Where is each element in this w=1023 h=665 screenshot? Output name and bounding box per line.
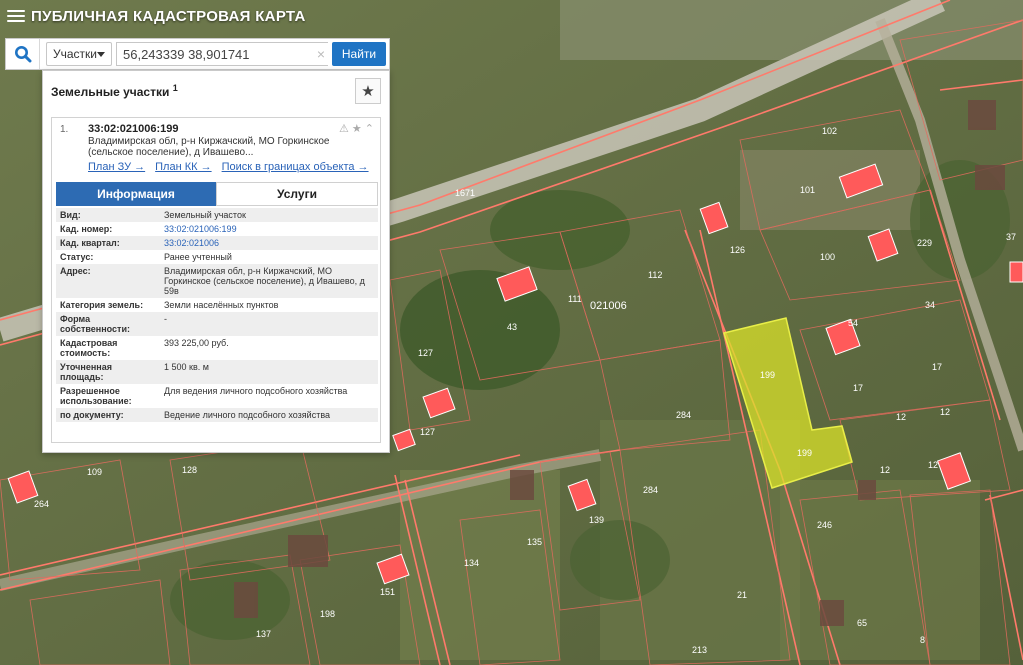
result-address: Владимирская обл, р-н Киржачский, МО Гор…: [88, 136, 330, 158]
info-key: Уточненная площадь:: [56, 360, 160, 384]
result-number: 1.: [60, 124, 69, 135]
info-row: Кад. квартал: 33:02:021006: [56, 236, 378, 250]
info-row: Уточненная площадь: 1 500 кв. м: [56, 360, 378, 384]
info-row: Адрес: Владимирская обл, р-н Киржачский, …: [56, 264, 378, 298]
info-row: Вид: Земельный участок: [56, 208, 378, 222]
panel-title-text: Земельные участки: [51, 85, 170, 99]
collapse-icon[interactable]: ⌃: [365, 122, 374, 135]
info-value: Ранее учтенный: [164, 252, 232, 262]
info-row: Кадастровая стоимость: 393 225,00 руб.: [56, 336, 378, 360]
tab-information[interactable]: Информация: [56, 182, 216, 206]
result-card: 1. 33:02:021006:199 Владимирская обл, р-…: [51, 117, 381, 443]
info-value: Ведение личного подсобного хозяйства: [160, 408, 378, 422]
info-value: Земли населённых пунктов: [164, 300, 279, 310]
chevron-down-icon: [97, 51, 105, 57]
info-value: Владимирская обл, р-н Киржачский, МО Гор…: [160, 264, 378, 298]
plan-kk-link[interactable]: План КК →: [155, 161, 211, 173]
info-key: Кадастровая стоимость:: [60, 338, 118, 358]
search-icon[interactable]: [6, 39, 40, 69]
info-value: 393 225,00 руб.: [164, 338, 229, 348]
result-tabs: Информация Услуги: [56, 182, 378, 206]
panel-header: Земельные участки 1 ★: [43, 71, 389, 111]
result-kad-number[interactable]: 33:02:021006:199: [88, 123, 179, 135]
favorite-star-button[interactable]: ★: [355, 78, 381, 104]
info-row: Категория земель: Земли населённых пункто…: [56, 298, 378, 312]
search-type-select[interactable]: Участки: [46, 42, 112, 66]
clear-icon[interactable]: ×: [314, 42, 328, 66]
info-value: Земельный участок: [160, 208, 378, 222]
info-key: Статус:: [60, 252, 94, 262]
result-links: План ЗУ → План КК → Поиск в границах объ…: [88, 161, 369, 173]
info-row: Кад. номер: 33:02:021006:199: [56, 222, 378, 236]
info-key: Кад. номер:: [60, 224, 113, 234]
warning-icon[interactable]: ⚠: [339, 122, 349, 135]
search-type-label: Участки: [53, 47, 97, 61]
info-key: Категория земель:: [60, 300, 144, 310]
info-table: Вид: Земельный участок Кад. номер: 33:02:02…: [56, 208, 378, 422]
result-summary: 1. 33:02:021006:199 Владимирская обл, р-…: [52, 118, 380, 180]
info-key: Кад. квартал:: [56, 236, 160, 250]
info-key: Адрес:: [56, 264, 160, 298]
search-bar: Участки × Найти: [5, 38, 390, 70]
info-row: Разрешенное использование: Для ведения ли…: [56, 384, 378, 408]
info-value: -: [160, 312, 378, 336]
info-value: 1 500 кв. м: [160, 360, 378, 384]
result-count: 1: [172, 83, 178, 93]
search-input[interactable]: [116, 42, 314, 66]
info-value[interactable]: 33:02:021006:199: [160, 222, 378, 236]
info-key: по документу:: [56, 408, 160, 422]
star-icon[interactable]: ★: [352, 122, 362, 135]
info-row: Статус: Ранее учтенный: [56, 250, 378, 264]
panel-title: Земельные участки 1: [51, 83, 178, 99]
find-button[interactable]: Найти: [332, 42, 386, 66]
info-value[interactable]: 33:02:021006: [160, 236, 378, 250]
info-key: Разрешенное использование:: [60, 386, 132, 406]
top-bar: ПУБЛИЧНАЯ КАДАСТРОВАЯ КАРТА: [0, 0, 420, 32]
info-key: Форма собственности:: [56, 312, 160, 336]
tab-services[interactable]: Услуги: [216, 182, 378, 206]
info-value: Для ведения личного подсобного хозяйства: [164, 386, 348, 396]
results-panel: Земельные участки 1 ★ 1. 33:02:021006:19…: [42, 70, 390, 453]
search-bounds-link[interactable]: Поиск в границах объекта →: [222, 161, 369, 173]
info-key: Вид:: [56, 208, 160, 222]
result-action-icons: ⚠ ★ ⌃: [339, 122, 374, 135]
app-title: ПУБЛИЧНАЯ КАДАСТРОВАЯ КАРТА: [31, 7, 306, 25]
menu-icon[interactable]: [5, 5, 27, 27]
info-row: Форма собственности: -: [56, 312, 378, 336]
info-row: по документу: Ведение личного подсобного …: [56, 408, 378, 422]
plan-zu-link[interactable]: План ЗУ →: [88, 161, 145, 173]
